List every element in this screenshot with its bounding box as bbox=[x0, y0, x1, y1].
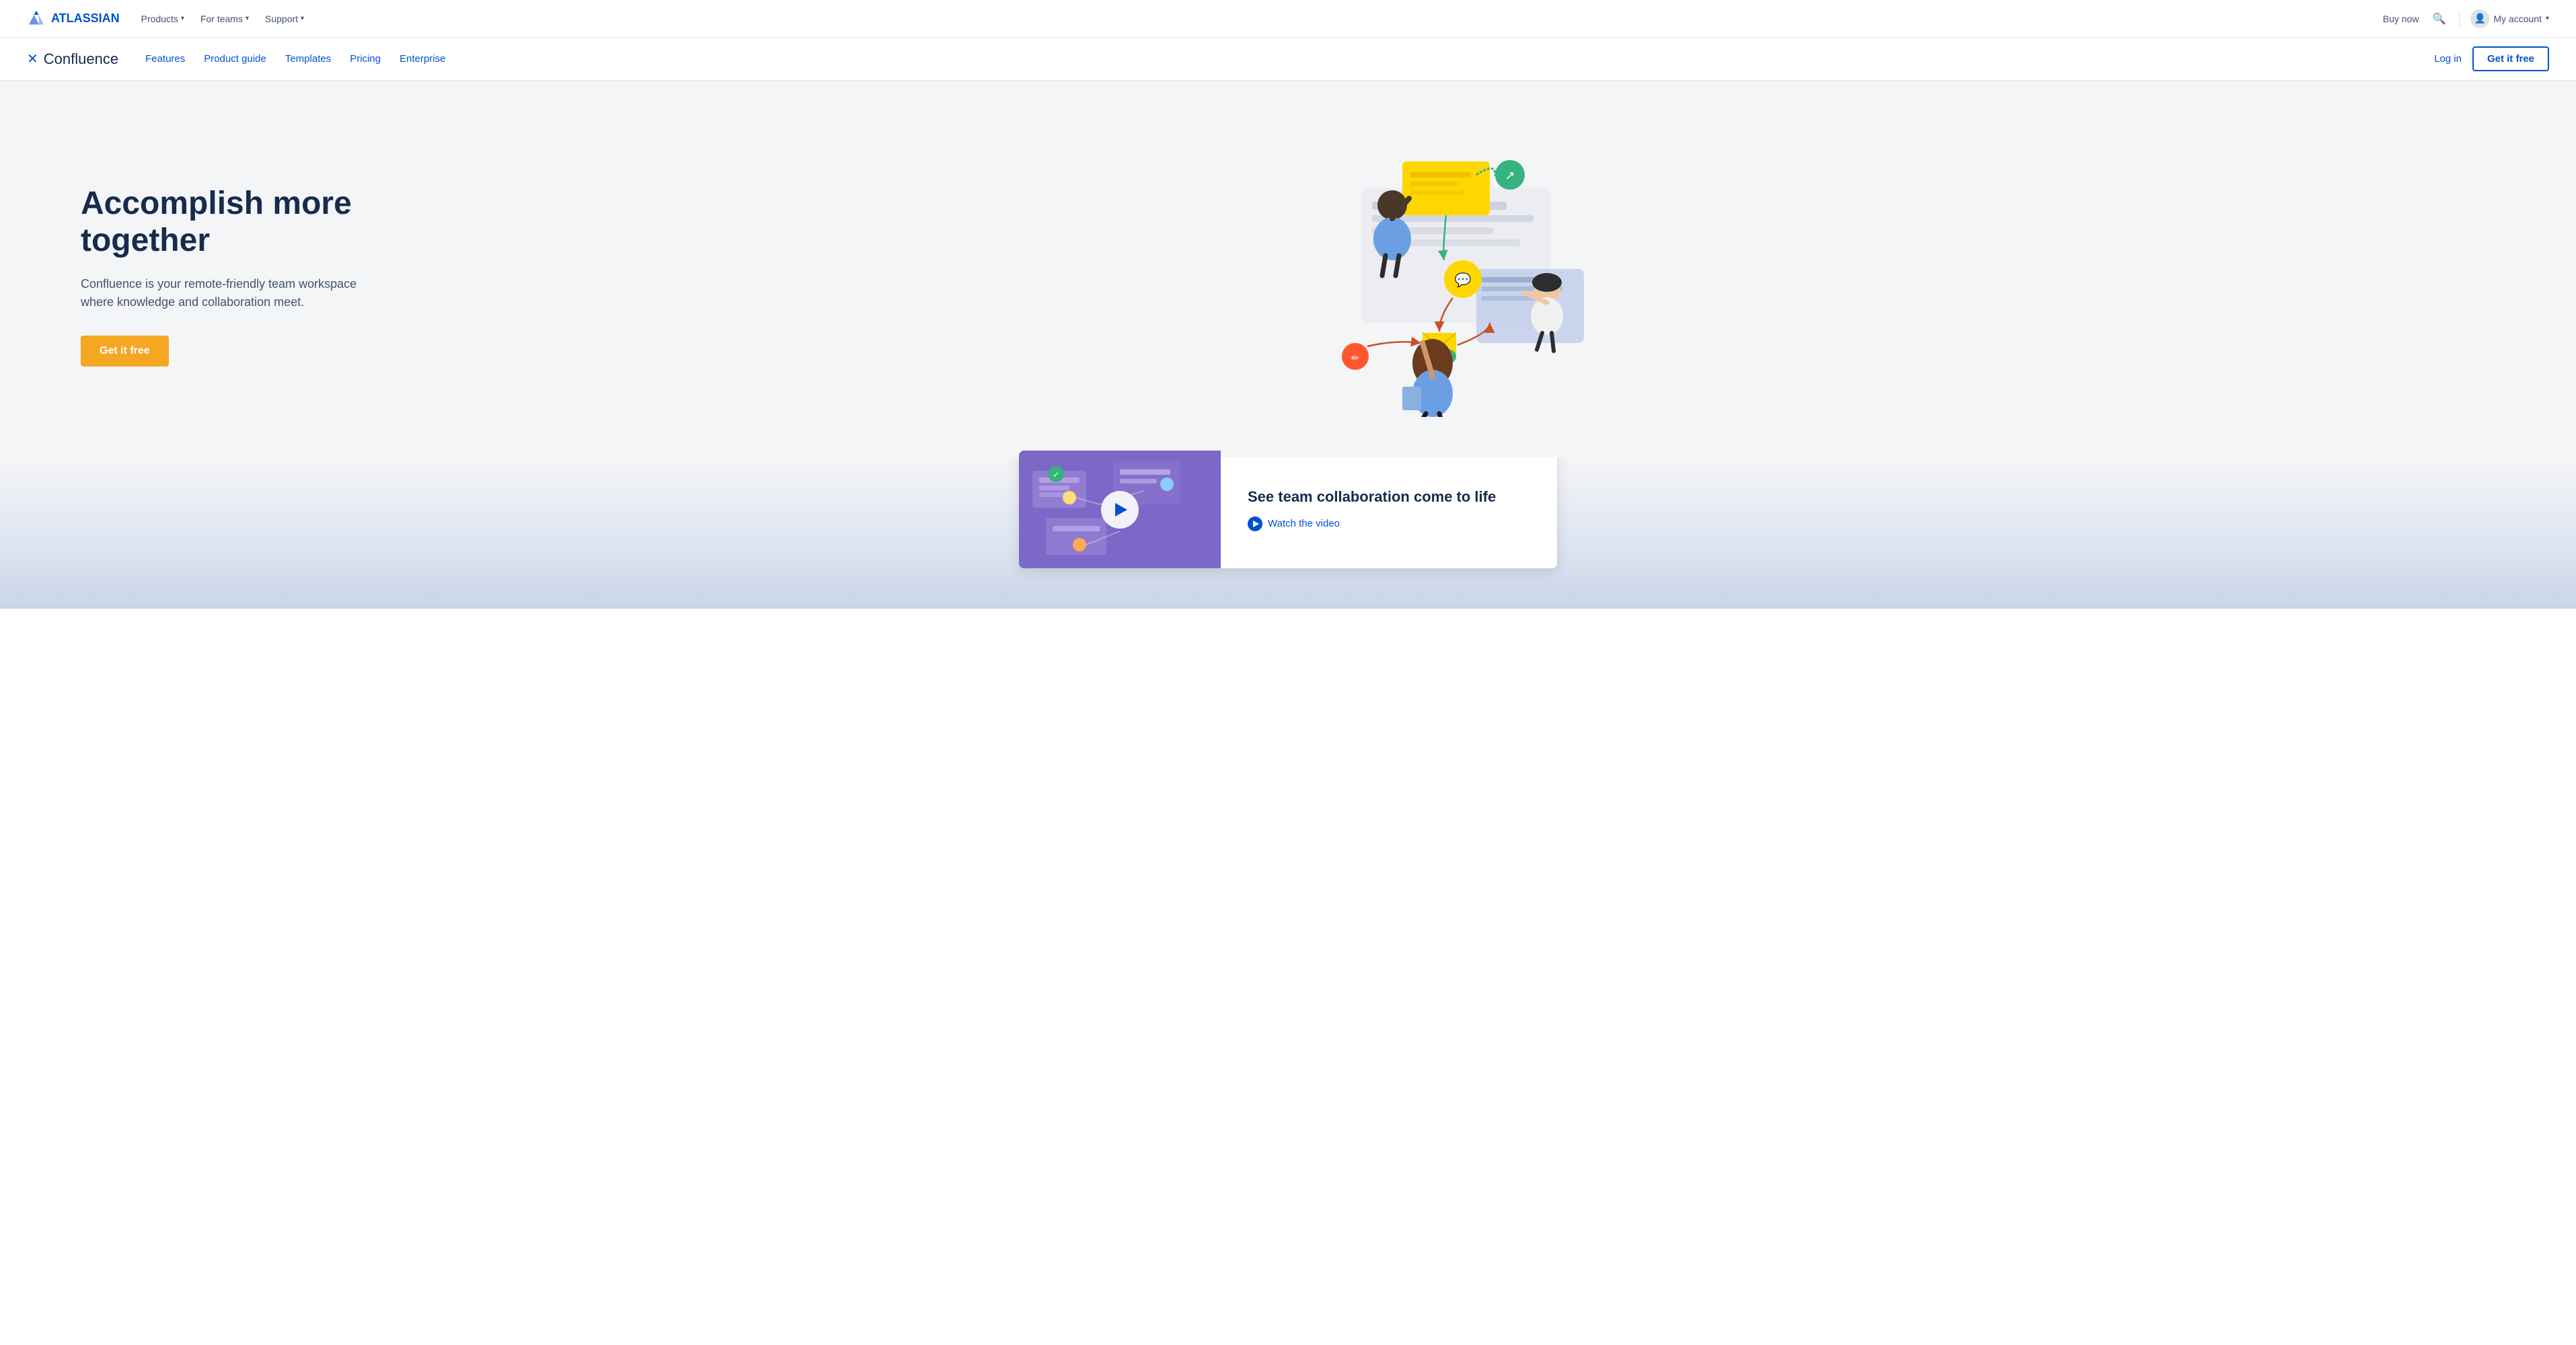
confluence-nav-links: Features Product guide Templates Pricing… bbox=[145, 53, 445, 65]
video-section: ✓ See team collaboration come to life Wa… bbox=[0, 457, 2576, 609]
confluence-navigation: ✕ Confluence Features Product guide Temp… bbox=[0, 38, 2576, 81]
support-link[interactable]: Support ▾ bbox=[265, 13, 304, 24]
products-chevron-icon: ▾ bbox=[181, 15, 184, 22]
watch-video-label: Watch the video bbox=[1268, 518, 1340, 529]
hero-cta-button[interactable]: Get it free bbox=[81, 336, 169, 367]
hero-title: Accomplish more together bbox=[81, 185, 390, 259]
features-link[interactable]: Features bbox=[145, 53, 185, 65]
enterprise-link[interactable]: Enterprise bbox=[400, 53, 445, 65]
atlassian-logo-text: ATLASSIAN bbox=[51, 11, 120, 26]
hero-section: Accomplish more together Confluence is y… bbox=[0, 81, 2576, 457]
pricing-link[interactable]: Pricing bbox=[350, 53, 381, 65]
nav-divider bbox=[2459, 11, 2460, 27]
video-card: ✓ See team collaboration come to life Wa… bbox=[1019, 451, 1557, 568]
for-teams-link[interactable]: For teams ▾ bbox=[200, 13, 249, 24]
confluence-nav-right: Log in Get it free bbox=[2434, 46, 2549, 71]
svg-text:✓: ✓ bbox=[1053, 470, 1059, 479]
watch-video-link[interactable]: Watch the video bbox=[1248, 516, 1496, 531]
support-chevron-icon: ▾ bbox=[301, 15, 304, 22]
top-nav-left: ATLASSIAN Products ▾ For teams ▾ Support… bbox=[27, 9, 304, 28]
svg-text:💬: 💬 bbox=[1455, 272, 1472, 288]
play-button[interactable] bbox=[1101, 491, 1139, 529]
top-navigation: ATLASSIAN Products ▾ For teams ▾ Support… bbox=[0, 0, 2576, 38]
watch-play-icon bbox=[1248, 516, 1262, 531]
hero-content: Accomplish more together Confluence is y… bbox=[81, 185, 390, 367]
buy-now-link[interactable]: Buy now bbox=[2383, 13, 2419, 24]
product-guide-link[interactable]: Product guide bbox=[204, 53, 266, 65]
templates-link[interactable]: Templates bbox=[285, 53, 331, 65]
products-link[interactable]: Products ▾ bbox=[141, 13, 184, 24]
account-chevron-icon: ▾ bbox=[2546, 15, 2549, 22]
atlassian-logo[interactable]: ATLASSIAN bbox=[27, 9, 120, 28]
get-it-free-button[interactable]: Get it free bbox=[2472, 46, 2549, 71]
login-button[interactable]: Log in bbox=[2434, 53, 2462, 65]
account-avatar-icon: 👤 bbox=[2470, 9, 2489, 28]
svg-text:↗: ↗ bbox=[1505, 169, 1515, 182]
search-button[interactable]: 🔍 bbox=[2429, 9, 2448, 28]
video-thumbnail[interactable]: ✓ bbox=[1019, 451, 1221, 568]
for-teams-chevron-icon: ▾ bbox=[245, 15, 249, 22]
video-title: See team collaboration come to life bbox=[1248, 488, 1496, 506]
confluence-x-icon: ✕ bbox=[27, 50, 38, 67]
confluence-nav-left: ✕ Confluence Features Product guide Temp… bbox=[27, 50, 445, 68]
svg-text:✏: ✏ bbox=[1351, 352, 1359, 363]
play-icon bbox=[1115, 503, 1127, 516]
hero-illustration-svg: ↗ 💬 ✓ ✏ bbox=[1268, 134, 1618, 417]
confluence-name: Confluence bbox=[44, 50, 118, 68]
hero-illustration: ↗ 💬 ✓ ✏ bbox=[390, 134, 2495, 417]
hero-subtitle: Confluence is your remote-friendly team … bbox=[81, 275, 390, 311]
search-icon: 🔍 bbox=[2432, 13, 2446, 25]
top-nav-right: Buy now 🔍 👤 My account ▾ bbox=[2383, 9, 2549, 28]
my-account-button[interactable]: 👤 My account ▾ bbox=[2470, 9, 2549, 28]
video-info: See team collaboration come to life Watc… bbox=[1221, 467, 1523, 553]
top-nav-links: Products ▾ For teams ▾ Support ▾ bbox=[141, 13, 304, 24]
confluence-logo[interactable]: ✕ Confluence bbox=[27, 50, 118, 68]
watch-play-triangle bbox=[1253, 521, 1259, 527]
